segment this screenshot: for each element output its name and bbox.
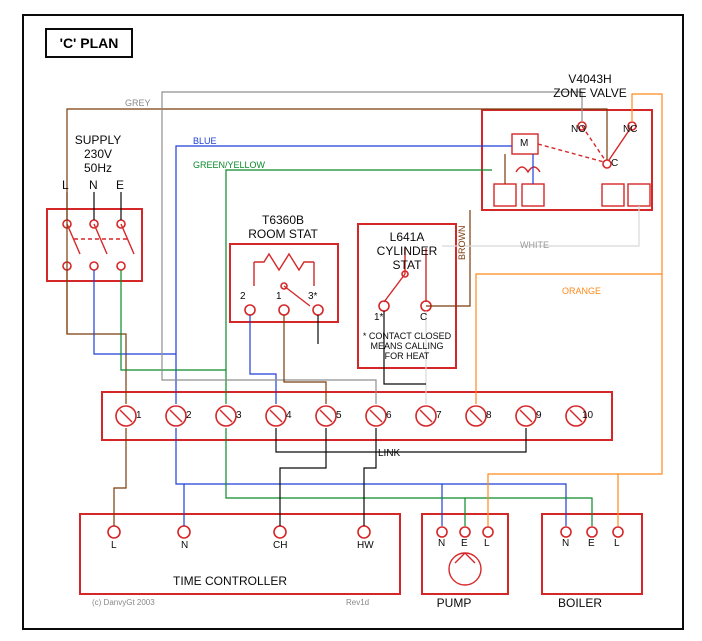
- rs-pin-2: 2: [240, 291, 246, 302]
- wiring-diagram: [22, 14, 680, 626]
- supply-pin-l: L: [62, 178, 69, 192]
- boiler-label: BOILER: [548, 596, 612, 610]
- boiler-n: N: [562, 538, 569, 549]
- rs-pin-1: 1: [276, 291, 282, 302]
- zone-nc: NC: [623, 124, 637, 135]
- zone-m: M: [520, 138, 528, 149]
- copyright: (c) DanvyGt 2003: [92, 598, 155, 607]
- cs-pin-1: 1*: [374, 312, 383, 323]
- cs-pin-c: C: [420, 312, 427, 323]
- tc-n: N: [181, 540, 188, 551]
- supply-pin-n: N: [89, 178, 98, 192]
- wl-white: WHITE: [520, 240, 549, 250]
- t3: 3: [236, 410, 242, 421]
- tc-ch: CH: [273, 540, 287, 551]
- boiler-e: E: [588, 538, 595, 549]
- t5: 5: [336, 410, 342, 421]
- t1: 1: [136, 410, 142, 421]
- pump-n: N: [438, 538, 445, 549]
- t4: 4: [286, 410, 292, 421]
- boiler-l: L: [614, 538, 620, 549]
- wl-gy: GREEN/YELLOW: [193, 160, 265, 170]
- t2: 2: [186, 410, 192, 421]
- tc-l: L: [111, 540, 117, 551]
- zone-c: C: [611, 158, 618, 169]
- t6: 6: [386, 410, 392, 421]
- wl-brown: BROWN: [457, 226, 467, 261]
- link-label: LINK: [378, 448, 400, 459]
- timectrl-label: TIME CONTROLLER: [150, 574, 310, 588]
- rs-pin-3: 3*: [308, 291, 317, 302]
- wl-grey: GREY: [125, 98, 151, 108]
- t10: 10: [582, 410, 593, 421]
- pump-label: PUMP: [422, 596, 486, 610]
- t7: 7: [436, 410, 442, 421]
- rev: Rev1d: [346, 598, 369, 607]
- zone-valve-label: V4043HZONE VALVE: [545, 72, 635, 100]
- wl-blue: BLUE: [193, 136, 217, 146]
- supply-label: SUPPLY 230V 50Hz: [63, 133, 133, 175]
- supply-pin-e: E: [116, 178, 124, 192]
- tc-hw: HW: [357, 540, 374, 551]
- wl-orange: ORANGE: [562, 286, 601, 296]
- room-stat-label: T6360BROOM STAT: [238, 213, 328, 241]
- t8: 8: [486, 410, 492, 421]
- cyl-stat-label: L641ACYLINDERSTAT: [362, 230, 452, 272]
- zone-no: NO: [571, 124, 586, 135]
- pump-l: L: [484, 538, 490, 549]
- cs-note: * CONTACT CLOSEDMEANS CALLINGFOR HEAT: [362, 332, 452, 362]
- room-stat-block: [230, 244, 338, 322]
- t9: 9: [536, 410, 542, 421]
- pump-e: E: [461, 538, 468, 549]
